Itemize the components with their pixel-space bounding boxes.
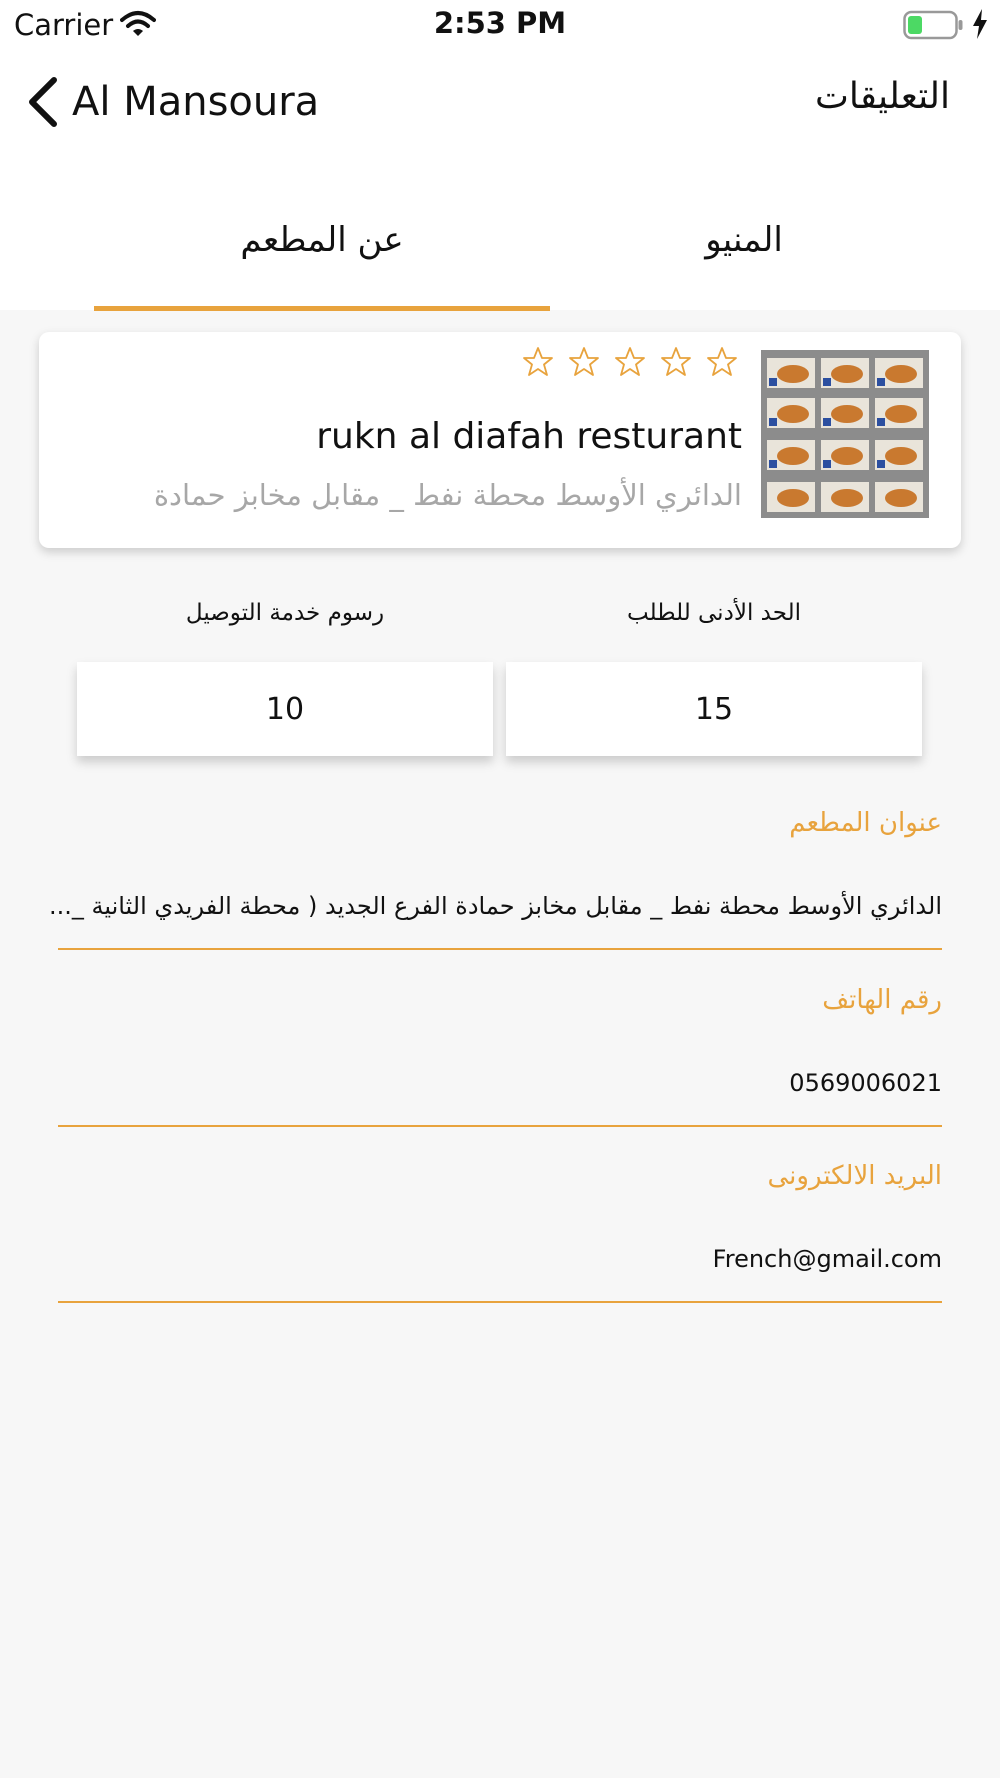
star-outline-icon[interactable] (568, 346, 600, 378)
tab-menu[interactable]: المنيو (516, 220, 972, 260)
star-outline-icon[interactable] (706, 346, 738, 378)
clock: 2:53 PM (433, 6, 567, 40)
minimum-order-value: 15 (506, 662, 922, 756)
restaurant-address: الدائري الأوسط محطة نفط _ مقابل مخابز حم… (153, 478, 742, 512)
phone-field-underline (58, 1125, 942, 1127)
chevron-left-icon (29, 77, 57, 127)
delivery-fee-label: رسوم خدمة التوصيل (185, 600, 385, 626)
email-field-label: البريد الالكترونى (767, 1161, 942, 1191)
battery-icon (903, 10, 963, 40)
email-field-value[interactable]: French@gmail.com (713, 1245, 942, 1273)
tab-about-restaurant[interactable]: عن المطعم (94, 220, 550, 260)
tab-selected-indicator (94, 306, 550, 311)
address-field-value: الدائري الأوسط محطة نفط _ مقابل مخابز حم… (48, 892, 942, 920)
star-outline-icon[interactable] (614, 346, 646, 378)
phone-field-value[interactable]: 0569006021 (789, 1069, 942, 1097)
reviews-button[interactable]: التعليقات (815, 76, 950, 117)
star-outline-icon[interactable] (522, 346, 554, 378)
minimum-order-label: الحد الأدنى للطلب (627, 600, 801, 626)
back-button-label: Al Mansoura (72, 79, 320, 125)
star-outline-icon[interactable] (660, 346, 692, 378)
restaurant-name: rukn al diafah resturant (316, 416, 742, 457)
address-field-label: عنوان المطعم (789, 808, 942, 838)
back-button[interactable]: Al Mansoura (26, 74, 319, 130)
address-field-underline (58, 948, 942, 950)
charging-icon (973, 9, 987, 39)
restaurant-thumbnail (761, 350, 929, 518)
phone-field-label: رقم الهاتف (822, 985, 942, 1015)
email-field-underline (58, 1301, 942, 1303)
rating-stars (522, 346, 738, 378)
delivery-fee-value: 10 (77, 662, 493, 756)
